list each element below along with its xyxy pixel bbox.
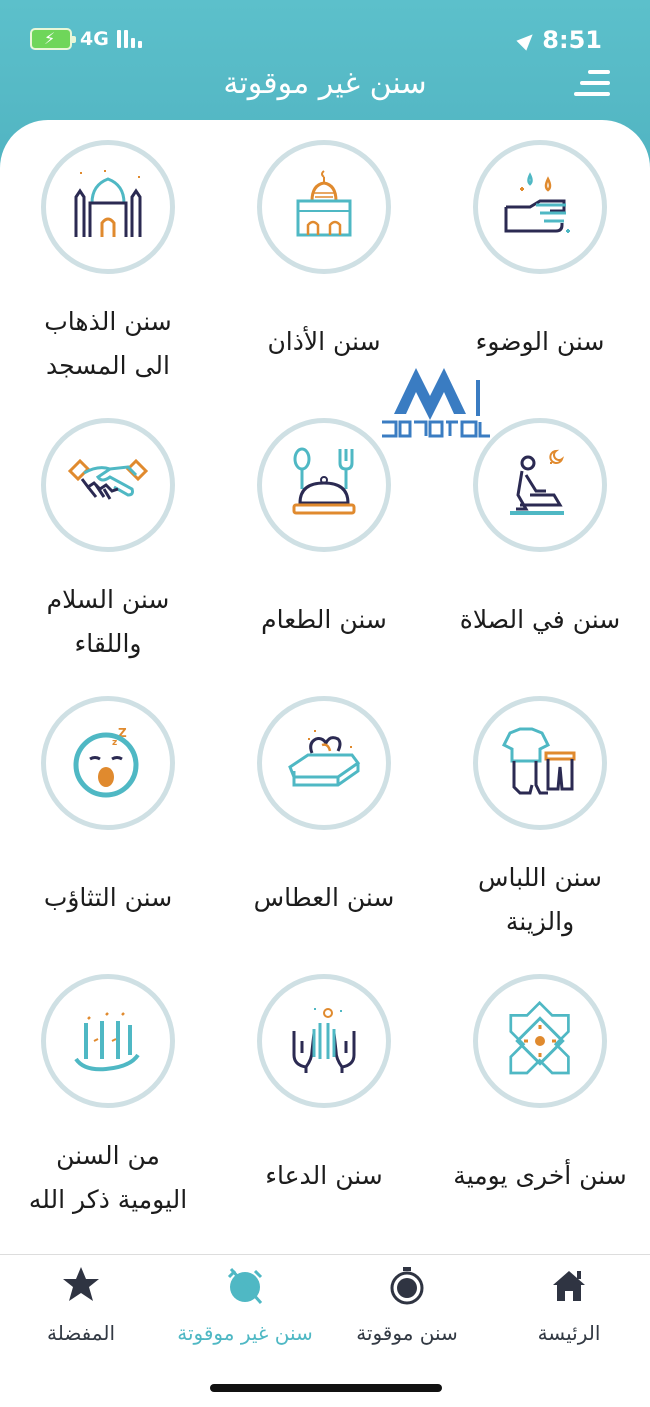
tab-label: المفضلة [46, 1321, 116, 1345]
washing-hands-icon [504, 172, 570, 233]
tab-home[interactable]: الرئيسة [488, 1255, 650, 1365]
location-icon [516, 29, 538, 51]
status-time: 8:51 [542, 26, 602, 54]
handshake-icon [68, 458, 148, 500]
mosque-towers-icon [74, 170, 142, 237]
item-circle [473, 140, 607, 274]
item-label: من السنن اليومية ذكر الله [28, 1141, 188, 1214]
page-title: سنن غير موقوتة [223, 66, 427, 101]
status-left: ⚡ 4G [30, 28, 142, 50]
tab-label: الرئيسة [537, 1321, 601, 1345]
watermark-logo [382, 368, 490, 438]
menu-icon-line [580, 81, 610, 85]
tissue-box-icon [288, 730, 361, 787]
item-label: سنن الوضوء [475, 327, 605, 356]
grid-item-wudu[interactable]: سنن الوضوء [432, 120, 648, 380]
item-label: سنن التثاؤب [43, 883, 173, 912]
item-label: سنن في الصلاة [459, 605, 621, 634]
menu-icon-line [588, 70, 610, 74]
item-circle [257, 696, 391, 830]
item-label: سنن أخرى يومية [453, 1161, 627, 1190]
sunnah-grid: سنن الوضوء سنن الأذان سنن الذهاب الى الم… [0, 120, 650, 1254]
item-label: سنن العطاس [253, 883, 395, 912]
tab-timed-sunnah[interactable]: سنن موقوتة [326, 1255, 488, 1365]
network-type: 4G [80, 28, 109, 50]
grid-item-yawning[interactable]: Z z سنن التثاؤب [0, 676, 216, 936]
item-label: سنن الدعاء [265, 1161, 383, 1190]
menu-icon-line [574, 92, 610, 96]
title-bar: سنن غير موقوتة [0, 60, 650, 110]
item-label: سنن الذهاب الى المسجد [44, 307, 172, 380]
item-circle [257, 418, 391, 552]
item-circle [257, 974, 391, 1108]
tab-label: سنن غير موقوتة [177, 1321, 313, 1345]
tab-untimed-sunnah[interactable]: سنن غير موقوتة [164, 1255, 326, 1365]
stopwatch-icon [390, 1267, 424, 1305]
grid-item-other-daily[interactable]: سنن أخرى يومية [432, 954, 648, 1214]
menu-button[interactable] [574, 68, 610, 98]
home-icon [553, 1271, 585, 1301]
item-label: سنن الطعام [261, 605, 387, 634]
yawning-face-icon: Z z [73, 726, 139, 798]
grid-item-dua[interactable]: سنن الدعاء [216, 954, 432, 1214]
mosque-icon [296, 170, 352, 237]
praying-person-icon [510, 449, 565, 515]
clothing-icon [501, 727, 576, 795]
signal-icon [116, 30, 142, 48]
item-label: سنن الأذان [267, 327, 381, 356]
allah-calligraphy-icon [74, 1012, 140, 1072]
battery-icon: ⚡ [30, 28, 76, 50]
tab-favorites[interactable]: المفضلة [0, 1255, 162, 1365]
food-dish-icon [292, 447, 356, 515]
item-circle [41, 140, 175, 274]
item-circle [473, 974, 607, 1108]
grid-item-clothing[interactable]: سنن اللباس والزينة [432, 676, 648, 936]
islamic-pattern-icon [509, 1001, 570, 1075]
grid-item-sneezing[interactable]: سنن العطاس [216, 676, 432, 936]
item-circle: Z z [41, 696, 175, 830]
item-circle [41, 418, 175, 552]
item-label: سنن اللباس والزينة [478, 863, 602, 936]
grid-item-adhan[interactable]: سنن الأذان [216, 120, 432, 380]
dua-hands-icon [292, 1008, 356, 1073]
grid-item-greeting[interactable]: سنن السلام واللقاء [0, 398, 216, 658]
home-indicator [210, 1384, 442, 1392]
tab-label: سنن موقوتة [356, 1321, 458, 1345]
item-circle [257, 140, 391, 274]
star-icon [63, 1267, 99, 1301]
item-circle [473, 696, 607, 830]
grid-item-dhikr[interactable]: من السنن اليومية ذكر الله [0, 954, 216, 1214]
alarm-off-icon [227, 1268, 263, 1304]
item-label: سنن السلام واللقاء [46, 585, 170, 658]
item-circle [41, 974, 175, 1108]
grid-item-going-to-mosque[interactable]: سنن الذهاب الى المسجد [0, 120, 216, 380]
status-right: 8:51 [516, 26, 602, 54]
